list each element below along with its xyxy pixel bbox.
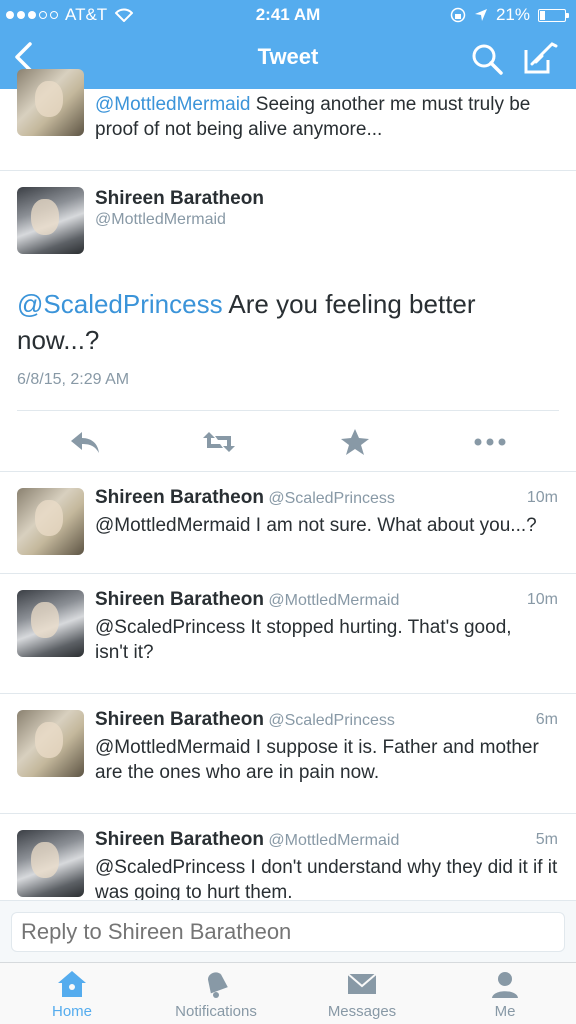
envelope-icon	[347, 973, 377, 994]
tweet-text: @ScaledPrincess It stopped hurting. That…	[95, 617, 512, 663]
tab-home[interactable]: Home	[22, 963, 122, 1024]
author-name[interactable]: Shireen Baratheon	[95, 709, 264, 730]
reply-tweet[interactable]: Shireen Baratheon @ScaledPrincess 10m @M…	[0, 472, 576, 574]
tweet-text: @MottledMermaid I am not sure. What abou…	[95, 515, 537, 536]
tweet-header: Shireen Baratheon @MottledMermaid	[95, 589, 399, 611]
reply-icon[interactable]	[68, 428, 104, 456]
author-name[interactable]: Shireen Baratheon	[95, 829, 264, 850]
tweet-age: 5m	[535, 831, 558, 848]
avatar[interactable]	[17, 830, 84, 897]
person-icon	[492, 972, 518, 998]
status-bar: AT&T 2:41 AM 21%	[0, 0, 576, 30]
avatar[interactable]	[17, 590, 84, 657]
author-name[interactable]: Shireen Baratheon	[95, 188, 264, 210]
previous-tweet[interactable]: @MottledMermaid Seeing another me must t…	[0, 69, 576, 171]
avatar[interactable]	[17, 187, 84, 254]
author-handle[interactable]: @MottledMermaid	[95, 211, 226, 229]
avatar[interactable]	[17, 69, 84, 136]
tweet-text: @ScaledPrincess I don't understand why t…	[95, 857, 558, 903]
reply-tweet[interactable]: Shireen Baratheon @MottledMermaid 10m @S…	[0, 574, 576, 694]
tweet-age: 10m	[526, 489, 558, 506]
retweet-icon[interactable]	[201, 428, 237, 456]
location-icon	[474, 9, 487, 21]
battery-percent: 21%	[495, 5, 530, 24]
tweet-header: Shireen Baratheon @ScaledPrincess	[95, 487, 395, 509]
battery-icon	[538, 8, 569, 22]
tab-notifications[interactable]: Notifications	[160, 963, 272, 1024]
reply-input[interactable]	[11, 912, 565, 952]
bell-icon	[207, 972, 228, 998]
tweet-age: 6m	[535, 711, 558, 728]
tab-bar: Home Notifications Messages Me	[0, 962, 576, 1024]
tweet-timestamp: 6/8/15, 2:29 AM	[17, 371, 130, 388]
compose-button[interactable]	[522, 40, 558, 76]
author-name[interactable]: Shireen Baratheon	[95, 589, 264, 610]
tweet-header: Shireen Baratheon @ScaledPrincess	[95, 709, 395, 731]
tweet-header: Shireen Baratheon @MottledMermaid	[95, 829, 399, 851]
author-handle[interactable]: @MottledMermaid	[268, 832, 399, 849]
home-icon	[58, 971, 86, 997]
favorite-icon[interactable]	[337, 428, 373, 456]
mention-link[interactable]: @ScaledPrincess	[17, 289, 223, 319]
lock-rotation-icon	[450, 7, 466, 23]
author-name[interactable]: Shireen Baratheon	[95, 487, 264, 508]
tab-me[interactable]: Me	[455, 963, 555, 1024]
main-tweet-text: @ScaledPrincess Are you feeling better n…	[17, 289, 476, 355]
divider	[17, 410, 559, 411]
tweet-text: @MottledMermaid Seeing another me must t…	[95, 94, 531, 140]
reply-tweet[interactable]: Shireen Baratheon @ScaledPrincess 6m @Mo…	[0, 694, 576, 814]
avatar[interactable]	[17, 710, 84, 777]
author-handle[interactable]: @ScaledPrincess	[268, 490, 395, 507]
tweet-age: 10m	[526, 591, 558, 608]
author-handle[interactable]: @ScaledPrincess	[268, 712, 395, 729]
tweet-text: @MottledMermaid I suppose it is. Father …	[95, 737, 539, 783]
reply-bar	[0, 900, 576, 962]
author-handle[interactable]: @MottledMermaid	[268, 592, 399, 609]
status-right: 21%	[450, 5, 569, 25]
search-button[interactable]	[470, 42, 504, 76]
avatar[interactable]	[17, 488, 84, 555]
tab-messages[interactable]: Messages	[312, 963, 412, 1024]
top-bar: AT&T 2:41 AM 21% Tweet	[0, 0, 576, 89]
more-icon[interactable]	[472, 428, 508, 456]
